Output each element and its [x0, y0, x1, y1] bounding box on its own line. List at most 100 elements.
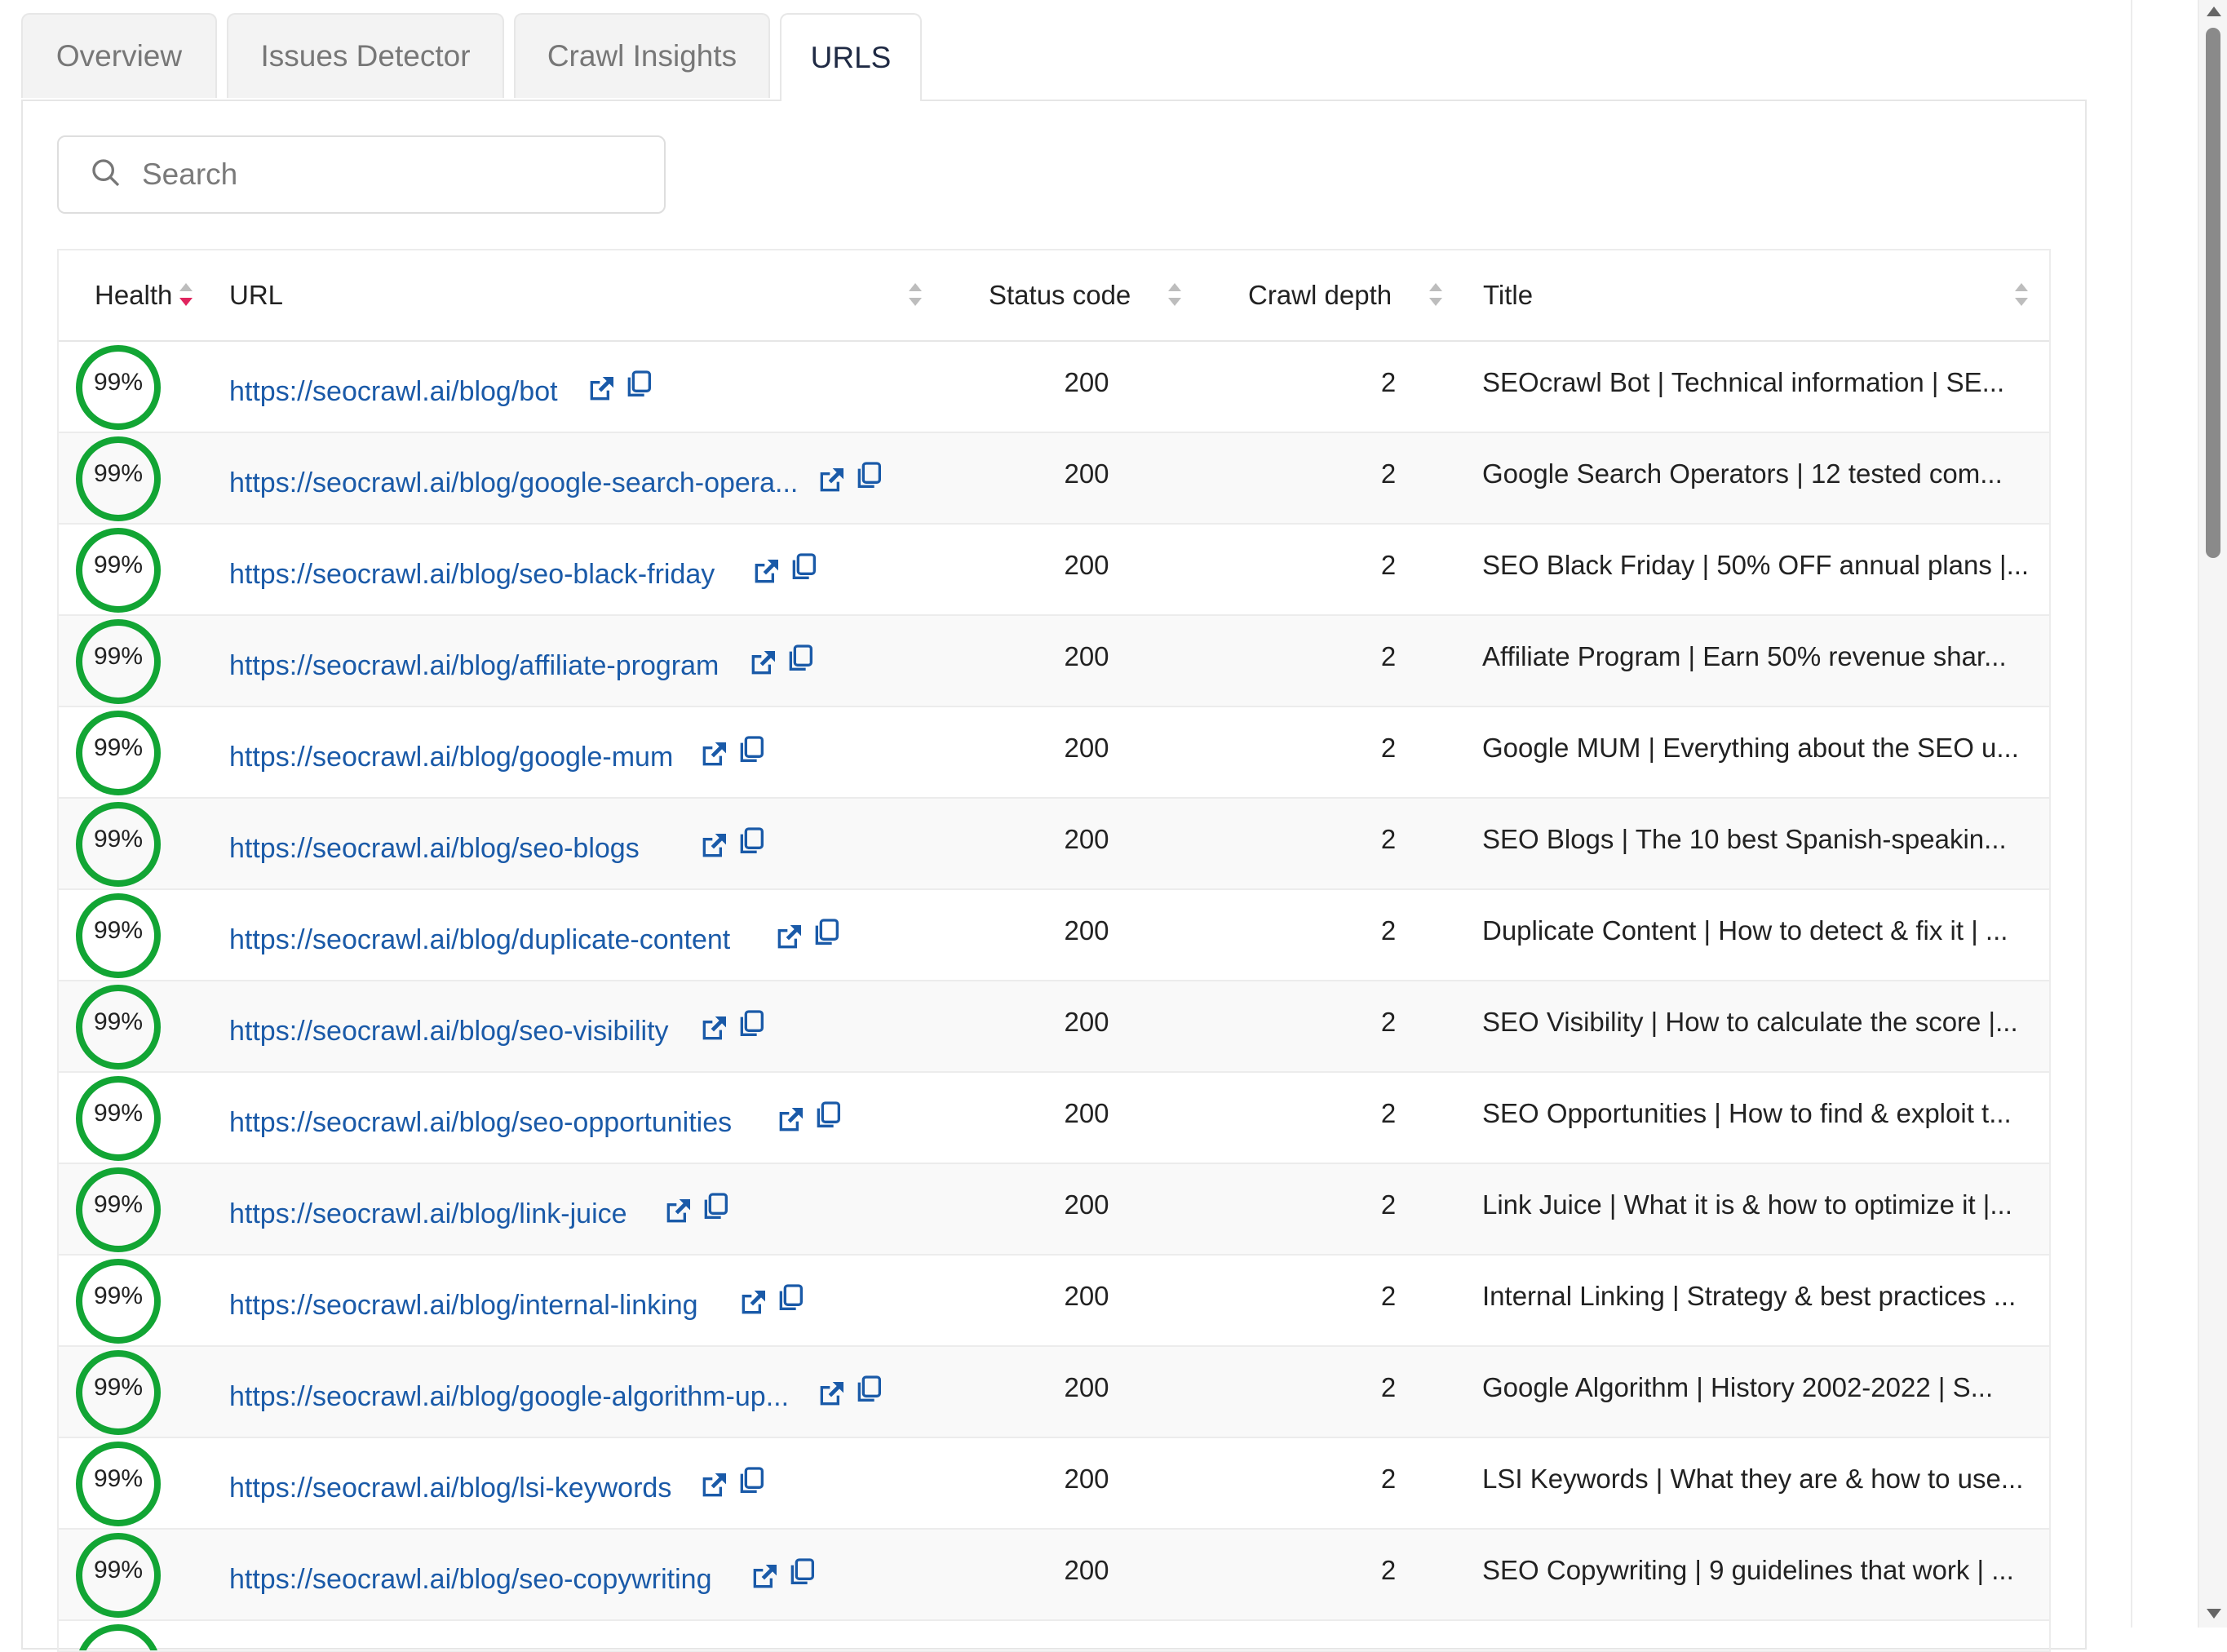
copy-icon[interactable] — [852, 1373, 885, 1406]
search-input[interactable] — [140, 157, 633, 193]
search-box[interactable] — [57, 135, 666, 214]
copy-icon[interactable] — [735, 733, 768, 766]
table-row: 99% https://seocrawl.ai/blog/google-algor… — [59, 1347, 2049, 1438]
health-score: 99% — [93, 1100, 144, 1127]
copy-icon[interactable] — [699, 1190, 732, 1223]
header-crawl-depth[interactable]: Crawl depth — [1248, 250, 1392, 340]
url-link[interactable]: https://seocrawl.ai/blog/seo-blogs — [229, 833, 640, 865]
sort-desc-icon[interactable] — [178, 280, 194, 309]
health-score: 99% — [93, 826, 144, 853]
health-score: 99% — [93, 734, 144, 761]
url-link[interactable]: https://seocrawl.ai/blog/internal-linkin… — [229, 1290, 698, 1322]
external-link-icon[interactable] — [662, 1195, 694, 1228]
tab-crawl-insights[interactable]: Crawl Insights — [514, 13, 770, 98]
status-code: 200 — [1064, 641, 1109, 671]
header-url[interactable]: URL — [229, 250, 283, 340]
url-link[interactable]: https://seocrawl.ai/blog/duplicate-conte… — [229, 924, 730, 956]
external-link-icon[interactable] — [697, 1012, 730, 1045]
status-code: 200 — [1064, 1464, 1109, 1494]
external-link-icon[interactable] — [815, 464, 848, 497]
status-code: 200 — [1064, 1189, 1109, 1220]
health-score: 99% — [93, 1282, 144, 1309]
table-row: 99% https://seocrawl.ai/blog/seo-opportun… — [59, 1073, 2049, 1164]
page-title-cell: SEO Visibility | How to calculate the sc… — [1482, 1007, 2018, 1037]
copy-icon[interactable] — [787, 551, 820, 583]
health-score-ring: 99% — [76, 1076, 161, 1161]
header-title[interactable]: Title — [1483, 250, 1533, 340]
external-link-icon[interactable] — [774, 1104, 807, 1136]
page-title-cell: SEO Opportunities | How to find & exploi… — [1482, 1098, 2012, 1128]
status-code: 200 — [1064, 824, 1109, 854]
tab-urls[interactable]: URLS — [780, 13, 922, 101]
health-score-ring: 99% — [76, 436, 161, 521]
url-link[interactable]: https://seocrawl.ai/blog/affiliate-progr… — [229, 650, 719, 682]
external-link-icon[interactable] — [585, 373, 618, 405]
url-link[interactable]: https://seocrawl.ai/blog/bot — [229, 376, 558, 408]
page-title-cell: Internal Linking | Strategy & best pract… — [1482, 1281, 2017, 1311]
page-title-cell: SEO Copywriting | 9 guidelines that work… — [1482, 1555, 2014, 1585]
scrollbar[interactable] — [2198, 0, 2227, 1628]
header-health[interactable]: Health — [95, 250, 172, 340]
page-title-cell: SEOcrawl Bot | Technical information | S… — [1482, 367, 2005, 397]
health-score: 99% — [93, 460, 144, 487]
copy-icon[interactable] — [786, 1556, 818, 1588]
url-link[interactable]: https://seocrawl.ai/blog/seo-copywriting — [229, 1564, 712, 1596]
table-row: 99% https://seocrawl.ai/blog/seo-black-fr… — [59, 525, 2049, 616]
copy-icon[interactable] — [735, 1464, 768, 1497]
external-link-icon[interactable] — [773, 921, 805, 954]
status-code: 200 — [1064, 915, 1109, 946]
header-status-code[interactable]: Status code — [989, 250, 1131, 340]
tab-label: Issues Detector — [260, 39, 471, 73]
header-label: Crawl depth — [1248, 280, 1392, 310]
external-link-icon[interactable] — [697, 1469, 730, 1502]
crawl-depth: 2 — [1380, 641, 1397, 671]
urls-table: Health URL Status code Crawl depth Title — [57, 249, 2051, 1652]
url-link[interactable]: https://seocrawl.ai/blog/lsi-keywords — [229, 1473, 671, 1504]
health-score-ring: 99% — [76, 1167, 161, 1252]
copy-icon[interactable] — [810, 916, 843, 949]
copy-icon[interactable] — [735, 825, 768, 857]
copy-icon[interactable] — [812, 1099, 844, 1132]
status-code: 200 — [1064, 1555, 1109, 1585]
copy-icon[interactable] — [774, 1282, 807, 1314]
external-link-icon[interactable] — [697, 738, 730, 771]
url-link[interactable]: https://seocrawl.ai/blog/seo-black-frida… — [229, 559, 715, 591]
external-link-icon[interactable] — [750, 556, 782, 588]
crawl-depth: 2 — [1380, 1007, 1397, 1037]
tab-issues-detector[interactable]: Issues Detector — [227, 13, 504, 98]
header-label: Health — [95, 280, 173, 310]
url-link[interactable]: https://seocrawl.ai/blog/google-search-o… — [229, 467, 798, 499]
url-link[interactable]: https://seocrawl.ai/blog/seo-visibility — [229, 1016, 669, 1047]
page-title-cell: Google Search Operators | 12 tested com.… — [1482, 458, 2003, 489]
external-link-icon[interactable] — [697, 830, 730, 862]
sort-icon[interactable] — [1167, 280, 1183, 309]
crawl-depth: 2 — [1380, 1555, 1397, 1585]
tab-overview[interactable]: Overview — [21, 13, 217, 98]
health-score-ring: 99% — [76, 985, 161, 1070]
external-link-icon[interactable] — [748, 1561, 781, 1593]
table-row: 99% https://seocrawl.ai/blog/lsi-keywords… — [59, 1438, 2049, 1530]
sort-icon[interactable] — [2013, 280, 2030, 309]
header-label: Title — [1483, 280, 1534, 310]
external-link-icon[interactable] — [815, 1378, 848, 1411]
health-score: 99% — [93, 1557, 144, 1583]
scroll-up-icon[interactable] — [2207, 7, 2221, 16]
page-title-cell: Affiliate Program | Earn 50% revenue sha… — [1482, 641, 2007, 671]
status-code: 200 — [1064, 1372, 1109, 1402]
url-link[interactable]: https://seocrawl.ai/blog/link-juice — [229, 1198, 627, 1230]
copy-icon[interactable] — [784, 642, 817, 675]
external-link-icon[interactable] — [746, 647, 779, 680]
url-link[interactable]: https://seocrawl.ai/blog/google-mum — [229, 742, 673, 773]
scrollbar-thumb[interactable] — [2206, 28, 2220, 558]
copy-icon[interactable] — [622, 368, 655, 401]
external-link-icon[interactable] — [737, 1287, 769, 1319]
url-link[interactable]: https://seocrawl.ai/blog/seo-opportuniti… — [229, 1107, 732, 1139]
copy-icon[interactable] — [735, 1008, 768, 1040]
copy-icon[interactable] — [852, 459, 885, 492]
sort-icon[interactable] — [1428, 280, 1444, 309]
table-row: 99% https://seocrawl.ai/blog/seo-copywrit… — [59, 1530, 2049, 1621]
scroll-down-icon[interactable] — [2207, 1609, 2221, 1619]
health-score: 99% — [93, 1008, 144, 1035]
url-link[interactable]: https://seocrawl.ai/blog/google-algorith… — [229, 1381, 789, 1413]
sort-icon[interactable] — [907, 280, 923, 309]
